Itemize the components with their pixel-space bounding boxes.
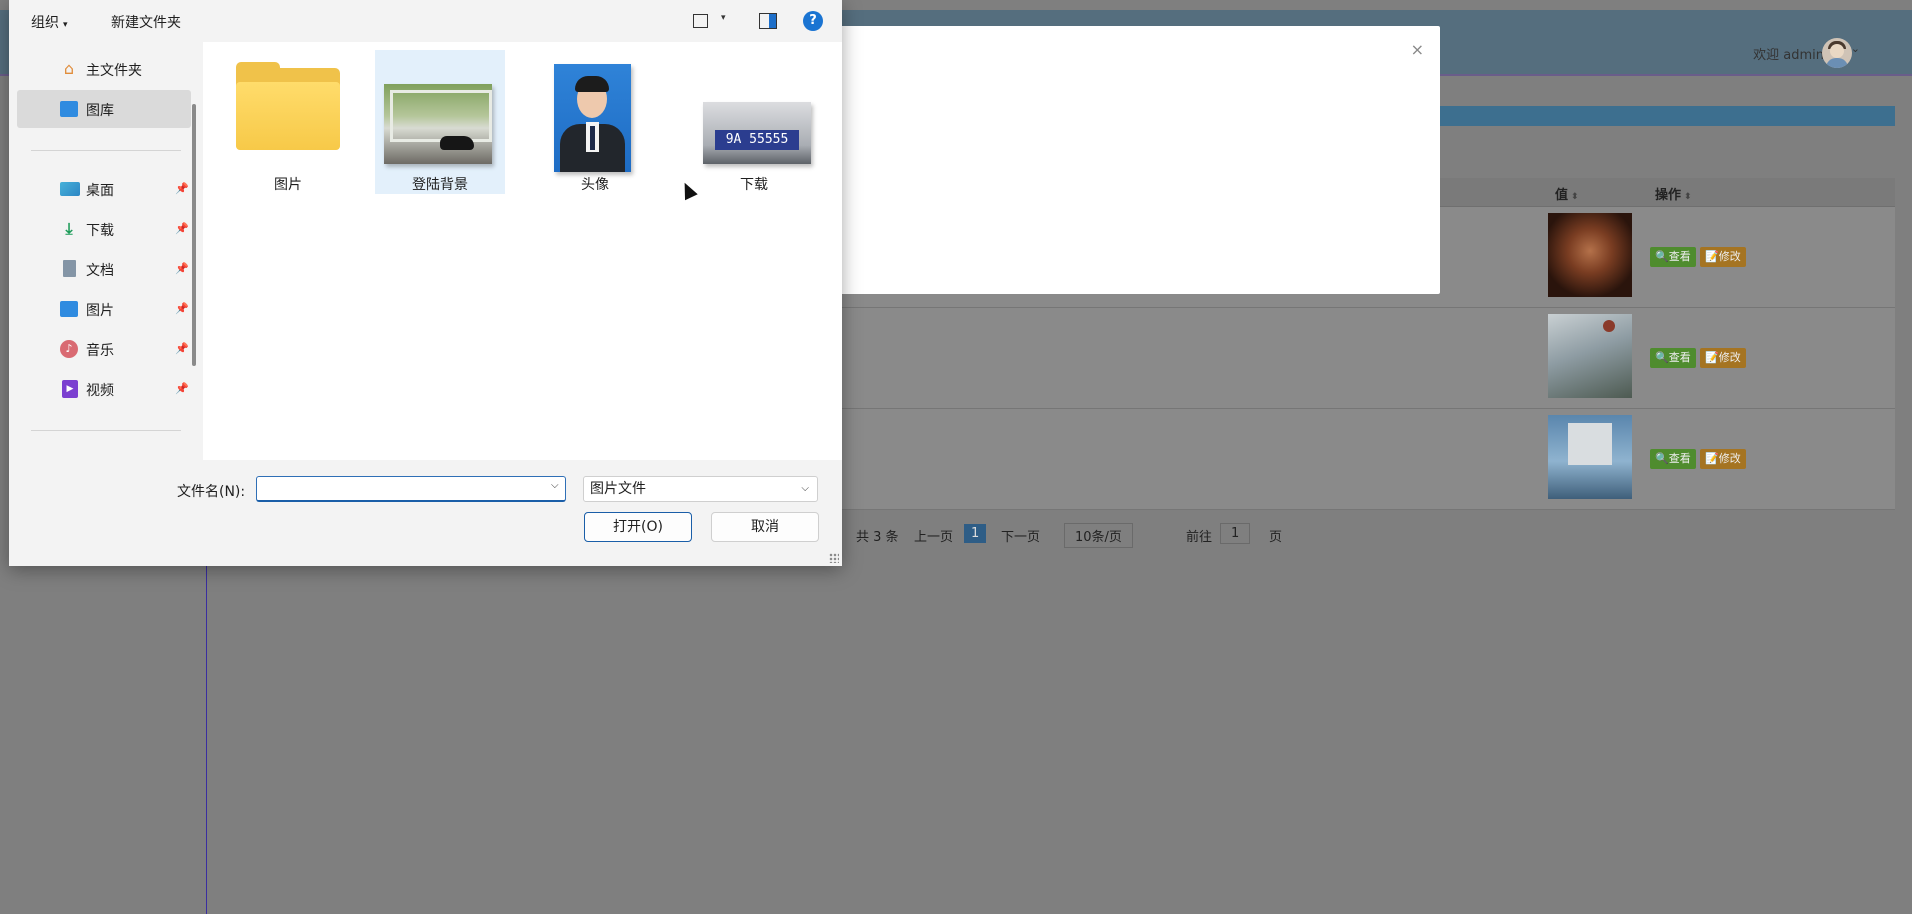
nav-item-downloads[interactable]: ⤓ 下载 📌 (17, 210, 191, 248)
file-tile-login-background[interactable]: 登陆背景 (375, 50, 505, 194)
column-value[interactable]: 值 ⬍ (1555, 184, 1579, 203)
next-page-button[interactable]: 下一页 (1001, 526, 1040, 545)
pin-icon[interactable]: 📌 (175, 382, 189, 395)
gallery-icon (60, 101, 78, 117)
row-image (1548, 213, 1632, 297)
file-open-dialog: 组织 ▾ 新建文件夹 ▾ ? ⌂ 主文件夹 图库 桌面 📌 ⤓ 下载 📌 文档 … (9, 0, 842, 566)
page-number-current[interactable]: 1 (964, 524, 987, 543)
pin-icon[interactable]: 📌 (175, 222, 189, 235)
upload-modal: × (835, 26, 1440, 294)
nav-item-label: 主文件夹 (86, 63, 142, 79)
navigation-pane: ⌂ 主文件夹 图库 桌面 📌 ⤓ 下载 📌 文档 📌 图片 📌 ♪ 音乐 📌 ▶… (9, 42, 203, 460)
pin-icon[interactable]: 📌 (175, 262, 189, 275)
row-image (1548, 314, 1632, 398)
user-menu-caret-icon[interactable]: ⌄ (1851, 42, 1860, 55)
view-button[interactable]: 🔍查看 (1650, 247, 1696, 267)
nav-item-label: 文档 (86, 263, 114, 279)
welcome-text: 欢迎 admin (1753, 48, 1824, 63)
chevron-down-icon[interactable]: ⌵ (551, 480, 559, 491)
help-icon[interactable]: ? (803, 11, 823, 31)
video-icon: ▶ (62, 380, 78, 398)
pin-icon[interactable]: 📌 (175, 302, 189, 315)
nav-item-label: 视频 (86, 383, 114, 399)
nav-item-label: 桌面 (86, 183, 114, 199)
edit-button[interactable]: 📝修改 (1700, 247, 1746, 267)
plate-text: 9A 55555 (715, 130, 799, 150)
table-row: 🔍查看 📝修改 (840, 308, 1895, 409)
filename-label: 文件名(N): (177, 484, 246, 500)
open-button[interactable]: 打开(O) (584, 512, 692, 542)
view-mode-icon[interactable] (693, 14, 708, 28)
divider (206, 560, 207, 914)
dialog-footer: 文件名(N): ⌵ 图片文件 ⌵ 打开(O) 取消 (9, 460, 842, 566)
nav-item-gallery[interactable]: 图库 (17, 90, 191, 128)
row-image (1548, 415, 1632, 499)
music-icon: ♪ (60, 340, 78, 358)
new-folder-button[interactable]: 新建文件夹 (111, 12, 181, 32)
edit-button[interactable]: 📝修改 (1700, 348, 1746, 368)
nav-item-home[interactable]: ⌂ 主文件夹 (17, 50, 191, 88)
cancel-button[interactable]: 取消 (711, 512, 819, 542)
file-label: 下载 (740, 177, 768, 193)
home-icon: ⌂ (63, 59, 75, 78)
nav-item-label: 下载 (86, 223, 114, 239)
nav-item-label: 图库 (86, 103, 114, 119)
desktop-icon (60, 182, 80, 196)
avatar[interactable] (1822, 38, 1852, 68)
resize-grip-icon[interactable] (829, 553, 839, 563)
document-icon (63, 260, 76, 277)
nav-item-label: 图片 (86, 303, 114, 319)
nav-item-pictures[interactable]: 图片 📌 (17, 290, 191, 328)
file-tile-avatar[interactable]: 头像 (530, 50, 660, 194)
prev-page-button[interactable]: 上一页 (914, 526, 953, 545)
dialog-toolbar: 组织 ▾ 新建文件夹 ▾ ? (9, 0, 842, 42)
image-thumbnail: 9A 55555 (703, 102, 811, 164)
file-label: 登陆背景 (412, 177, 468, 193)
file-label: 头像 (581, 177, 609, 193)
page-size-select[interactable]: 10条/页 (1064, 523, 1133, 548)
nav-scrollbar[interactable] (192, 104, 196, 366)
column-actions[interactable]: 操作 ⬍ (1655, 184, 1692, 203)
nav-item-videos[interactable]: ▶ 视频 📌 (17, 370, 191, 408)
nav-divider (31, 430, 181, 431)
view-button[interactable]: 🔍查看 (1650, 449, 1696, 469)
goto-page-input[interactable]: 1 (1220, 523, 1251, 544)
image-thumbnail (384, 84, 492, 164)
file-list: 图片 登陆背景 头像 9A 55555 下载 (203, 42, 842, 460)
pin-icon[interactable]: 📌 (175, 342, 189, 355)
nav-item-label: 音乐 (86, 343, 114, 359)
file-tile-folder[interactable]: 图片 (223, 50, 353, 194)
file-type-select[interactable]: 图片文件 ⌵ (583, 476, 818, 502)
chevron-down-icon: ⌵ (801, 483, 809, 494)
close-icon[interactable]: × (1411, 40, 1424, 59)
file-tile-download[interactable]: 9A 55555 下载 (689, 50, 819, 194)
filename-input[interactable] (256, 476, 566, 502)
goto-label: 前往 (1186, 530, 1213, 545)
sort-icon[interactable]: ⬍ (1571, 192, 1579, 202)
nav-divider (31, 150, 181, 151)
nav-item-documents[interactable]: 文档 📌 (17, 250, 191, 288)
organize-menu[interactable]: 组织 ▾ (31, 12, 68, 32)
table-row: 🔍查看 📝修改 (840, 409, 1895, 510)
view-button[interactable]: 🔍查看 (1650, 348, 1696, 368)
pin-icon[interactable]: 📌 (175, 182, 189, 195)
folder-icon (236, 62, 340, 150)
file-label: 图片 (274, 177, 302, 193)
chevron-down-icon[interactable]: ▾ (721, 13, 726, 23)
nav-item-desktop[interactable]: 桌面 📌 (17, 170, 191, 208)
chevron-down-icon: ▾ (63, 20, 68, 30)
page-suffix: 页 (1269, 530, 1283, 545)
pager-total: 共 3 条 (856, 530, 899, 545)
image-thumbnail (554, 64, 631, 172)
preview-pane-icon[interactable] (759, 13, 777, 29)
pictures-icon (60, 301, 78, 317)
download-icon: ⤓ (65, 219, 73, 238)
sort-icon[interactable]: ⬍ (1684, 192, 1692, 202)
nav-item-music[interactable]: ♪ 音乐 📌 (17, 330, 191, 368)
edit-button[interactable]: 📝修改 (1700, 449, 1746, 469)
